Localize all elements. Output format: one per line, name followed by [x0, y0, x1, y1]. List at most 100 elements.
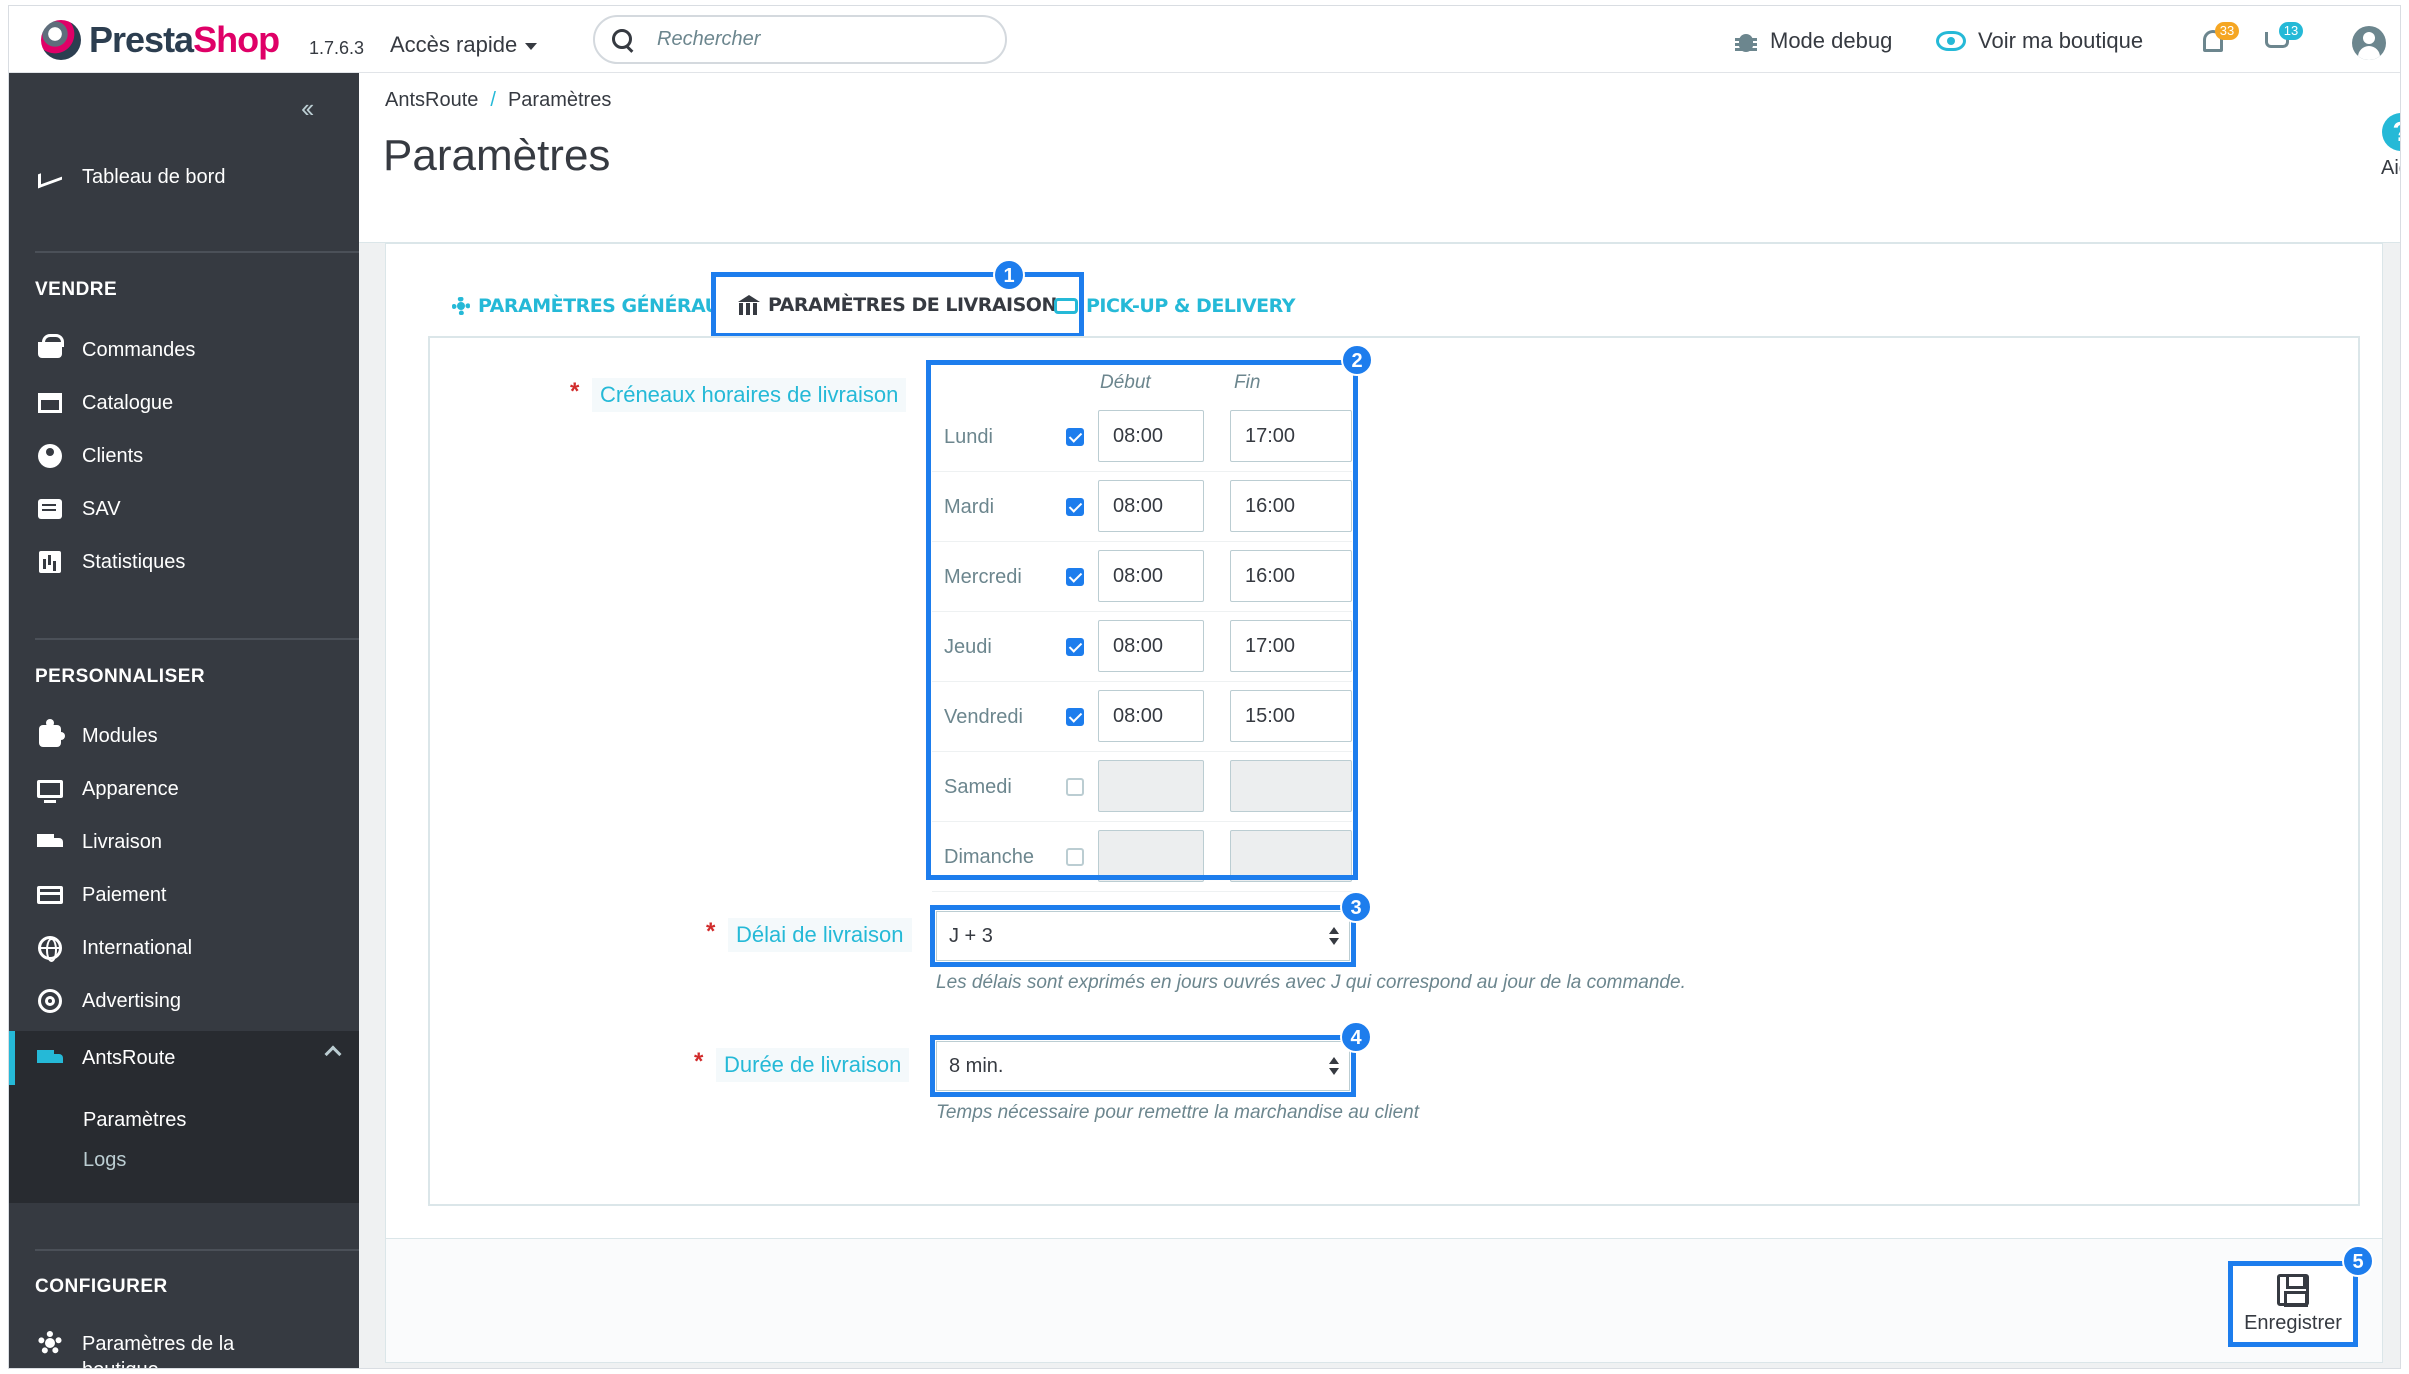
target-icon — [38, 989, 62, 1013]
required-mark: * — [694, 1048, 704, 1075]
sidebar-item-shop-settings[interactable]: Paramètres de la boutique — [9, 1323, 359, 1368]
collapse-sidebar-icon[interactable]: ‹‹ — [301, 93, 314, 124]
end-time-input[interactable] — [1230, 480, 1352, 532]
end-time-input[interactable] — [1230, 690, 1352, 742]
settings-panel: Paramètres généraux Paramètres de livrai… — [385, 243, 2383, 1363]
delivery-delay-select[interactable]: J + 3 — [936, 911, 1350, 961]
end-time-input[interactable] — [1230, 410, 1352, 462]
sidebar-item-statistics[interactable]: Statistiques — [9, 539, 359, 585]
sidebar-item-advertising[interactable]: Advertising — [9, 978, 359, 1024]
day-row: Vendredi — [932, 682, 1352, 752]
orders-button[interactable]: 13 — [2263, 22, 2303, 62]
day-checkbox[interactable] — [1066, 498, 1084, 516]
select-arrows-icon — [1329, 927, 1339, 947]
chat-icon — [38, 499, 62, 519]
delivery-duration-help: Temps nécessaire pour remettre la marcha… — [936, 1102, 1419, 1123]
sidebar-item-catalog[interactable]: Catalogue — [9, 380, 359, 426]
start-time-input[interactable] — [1098, 550, 1204, 602]
chevron-up-icon — [324, 1045, 342, 1063]
sidebar: ‹‹ Tableau de bord VENDRE Commandes Cata… — [9, 73, 359, 1368]
app-window: PrestaShop 1.7.6.3 Accès rapide Mode deb… — [8, 5, 2401, 1369]
delivery-delay-help: Les délais sont exprimés en jours ouvrés… — [936, 972, 1686, 993]
annotation-badge-4: 4 — [1340, 1021, 1372, 1053]
page-header: AntsRoute / Paramètres Paramètres ? Aide — [359, 73, 2400, 243]
question-icon: ? — [2382, 113, 2400, 151]
sidebar-divider — [35, 251, 359, 253]
submenu-item-logs[interactable]: Logs — [83, 1149, 126, 1172]
sidebar-item-sav[interactable]: SAV — [9, 486, 359, 532]
breadcrumb-separator: / — [490, 89, 496, 111]
sidebar-divider — [35, 1249, 359, 1251]
annotation-badge-1: 1 — [993, 259, 1025, 291]
start-time-input[interactable] — [1098, 480, 1204, 532]
user-account-icon[interactable] — [2352, 26, 2386, 60]
sidebar-item-international[interactable]: International — [9, 925, 359, 971]
sidebar-item-customers[interactable]: Clients — [9, 433, 359, 479]
start-time-input[interactable] — [1098, 690, 1204, 742]
day-name: Dimanche — [944, 846, 1035, 868]
save-button[interactable]: Enregistrer — [2228, 1261, 2358, 1347]
day-checkbox[interactable] — [1066, 848, 1084, 866]
day-checkbox[interactable] — [1066, 708, 1084, 726]
top-header: PrestaShop 1.7.6.3 Accès rapide Mode deb… — [9, 6, 2400, 73]
breadcrumb-current: Paramètres — [507, 89, 612, 111]
day-checkbox[interactable] — [1066, 428, 1084, 446]
day-row: Mercredi — [932, 542, 1352, 612]
antsroute-submenu: Paramètres Logs — [9, 1085, 359, 1203]
day-name: Mercredi — [944, 566, 1022, 588]
pickup-icon — [1054, 298, 1078, 314]
prestashop-logo[interactable]: PrestaShop — [41, 18, 280, 62]
debug-mode-link[interactable]: Mode debug — [1734, 28, 1892, 54]
annotation-badge-3: 3 — [1340, 891, 1372, 923]
day-row: Dimanche — [932, 822, 1352, 892]
breadcrumb-antsroute[interactable]: AntsRoute — [385, 89, 478, 112]
truck-icon — [37, 1050, 63, 1066]
sidebar-item-antsroute[interactable]: AntsRoute — [9, 1031, 359, 1085]
start-time-input[interactable] — [1098, 620, 1204, 672]
end-time-input[interactable] — [1230, 620, 1352, 672]
day-checkbox[interactable] — [1066, 778, 1084, 796]
store-icon — [38, 393, 62, 413]
day-name: Lundi — [944, 426, 993, 448]
end-time-input[interactable] — [1230, 830, 1352, 882]
prestashop-logo-icon — [41, 20, 81, 60]
customer-icon — [38, 444, 62, 468]
search-box[interactable] — [593, 15, 1007, 64]
start-time-input[interactable] — [1098, 830, 1204, 882]
start-time-input[interactable] — [1098, 410, 1204, 462]
caret-down-icon — [525, 43, 538, 50]
sidebar-item-payment[interactable]: Paiement — [9, 872, 359, 918]
search-input[interactable] — [657, 28, 977, 51]
day-name: Samedi — [944, 776, 1012, 798]
eye-icon — [1936, 31, 1966, 51]
sidebar-item-shipping[interactable]: Livraison — [9, 819, 359, 865]
bar-chart-icon — [39, 551, 61, 573]
tab-general-settings[interactable]: Paramètres généraux — [452, 276, 734, 336]
page-title: Paramètres — [383, 131, 611, 180]
sidebar-item-orders[interactable]: Commandes — [9, 327, 359, 373]
day-checkbox[interactable] — [1066, 568, 1084, 586]
trend-icon — [38, 165, 62, 189]
day-checkbox[interactable] — [1066, 638, 1084, 656]
tab-delivery-settings[interactable]: Paramètres de livraison — [711, 272, 1084, 338]
sidebar-item-dashboard[interactable]: Tableau de bord — [9, 154, 359, 200]
view-shop-link[interactable]: Voir ma boutique — [1936, 28, 2143, 54]
version-label: 1.7.6.3 — [309, 38, 365, 58]
end-time-input[interactable] — [1230, 550, 1352, 602]
start-time-input[interactable] — [1098, 760, 1204, 812]
end-time-input[interactable] — [1230, 760, 1352, 812]
quick-access-menu[interactable]: Accès rapide — [390, 32, 538, 58]
delivery-duration-select[interactable]: 8 min. — [936, 1041, 1350, 1091]
help-button[interactable]: ? Aide — [2361, 113, 2400, 180]
delivery-slots-label: Créneaux horaires de livraison — [592, 378, 907, 412]
tab-pickup-delivery[interactable]: Pick-up & Delivery — [1054, 276, 1296, 336]
submenu-item-settings[interactable]: Paramètres — [83, 1109, 186, 1132]
sidebar-heading-customize: PERSONNALISER — [35, 666, 206, 687]
sidebar-item-modules[interactable]: Modules — [9, 713, 359, 759]
delivery-delay-label: Délai de livraison — [728, 918, 912, 952]
sidebar-item-appearance[interactable]: Apparence — [9, 766, 359, 812]
notifications-button[interactable]: 33 — [2199, 22, 2239, 62]
sidebar-heading-sell: VENDRE — [35, 279, 118, 300]
monitor-icon — [37, 780, 63, 803]
day-name: Mardi — [944, 496, 995, 518]
